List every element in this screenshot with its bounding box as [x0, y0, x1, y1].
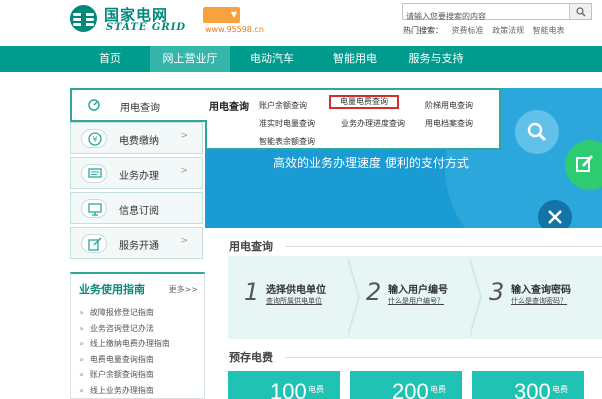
prepaid-tile-200[interactable]: 200 电费 [350, 371, 462, 399]
coin-icon: ¥ [81, 129, 107, 148]
guide-list-item[interactable]: 故障报修登记指南 [79, 307, 170, 323]
step-help-link[interactable]: 查询所属供电单位 [266, 296, 322, 306]
search-box [402, 3, 592, 24]
dropdown-link-archive[interactable]: 用电档案查询 [425, 118, 473, 129]
guide-list-item[interactable]: 业务咨询登记办法 [79, 323, 170, 339]
step-title: 选择供电单位 [266, 285, 326, 296]
dropdown-link-realtime[interactable]: 准实时电量查询 [259, 118, 315, 129]
hot-search-link[interactable]: 智能电表 [533, 26, 565, 35]
monitor-icon [81, 199, 107, 218]
left-service-menu: 用电查询 ¥ 电费缴纳 > 业务办理 > 信息订阅 服务开通 > [70, 88, 207, 261]
step-number: 2 [366, 278, 382, 306]
gauge-icon [82, 96, 108, 115]
step-title: 输入用户编号 [388, 285, 448, 296]
dropdown-title: 用电查询 [209, 102, 249, 113]
chevron-right-icon: > [180, 131, 188, 141]
chat-icon [81, 164, 107, 183]
search-input[interactable] [403, 9, 563, 24]
prepaid-unit: 电费 [308, 385, 324, 394]
guide-panel: 业务使用指南 更多>> 故障报修登记指南 业务咨询登记办法 线上缴纳电费办理指南… [70, 272, 205, 399]
banner-slogan: 高效的业务办理速度 便利的支付方式 [273, 156, 469, 170]
left-menu-label: 业务办理 [119, 171, 159, 182]
query-steps: 1 选择供电单位 查询所属供电单位 2 输入用户编号 什么是用户编号？ 3 输入… [228, 256, 602, 339]
left-menu-item-usage-query[interactable]: 用电查询 [70, 88, 207, 122]
prepaid-unit: 电费 [430, 385, 446, 394]
step-separator [468, 256, 480, 338]
banner-tools-bubble [538, 200, 572, 228]
search-icon [527, 122, 547, 142]
edit-icon [81, 234, 107, 253]
wrench-icon [548, 210, 562, 224]
left-menu-label: 用电查询 [120, 103, 160, 114]
svg-text:¥: ¥ [92, 135, 97, 144]
guide-list-item[interactable]: 电费电量查询指南 [79, 354, 170, 370]
left-menu-label: 电费缴纳 [119, 136, 159, 147]
prepaid-tile-100[interactable]: 100 电费 [228, 371, 340, 399]
chevron-right-icon: > [180, 236, 188, 246]
hotline-text: www.95598.cn [205, 25, 264, 34]
dropdown-link-balance[interactable]: 账户余额查询 [259, 100, 307, 111]
guide-title: 业务使用指南 [79, 283, 145, 296]
banner-search-bubble [515, 110, 559, 154]
dropdown-link-bill-query[interactable]: 电量电费查询 [329, 95, 399, 109]
nav-item-online-hall[interactable]: 网上营业厅 [150, 46, 230, 72]
header: 国家电网 STATE GRID ▼ www.95598.cn 热门搜索： 资费标… [0, 0, 602, 46]
left-menu-label: 服务开通 [119, 241, 159, 252]
prepaid-amount: 100 [270, 379, 307, 399]
dropdown-link-tiered[interactable]: 阶梯用电查询 [425, 100, 473, 111]
left-menu-item-subscribe[interactable]: 信息订阅 [70, 192, 203, 224]
left-menu-label: 信息订阅 [119, 206, 159, 217]
divider [285, 246, 602, 247]
chevron-down-icon: ▼ [230, 10, 237, 19]
region-select[interactable]: ▼ [203, 7, 240, 23]
left-menu-item-pay-bill[interactable]: ¥ 电费缴纳 > [70, 122, 203, 154]
logo-english[interactable]: STATE GRID [106, 22, 186, 33]
nav-item-ev[interactable]: 电动汽车 [232, 46, 312, 72]
hot-search-bar: 热门搜索： 资费标准 政策法规 智能电表 [403, 25, 571, 36]
guide-more-link[interactable]: 更多>> [169, 284, 198, 295]
guide-list-item[interactable]: 线上缴纳电费办理指南 [79, 338, 170, 354]
query-section-title: 用电查询 [229, 240, 273, 253]
divider [285, 357, 602, 358]
state-grid-logo-icon[interactable] [70, 5, 97, 32]
step-title: 输入查询密码 [511, 285, 571, 296]
dropdown-link-label: 电量电费查询 [340, 97, 388, 106]
step-separator [346, 256, 358, 338]
left-menu-item-activate[interactable]: 服务开通 > [70, 227, 203, 259]
dropdown-link-progress[interactable]: 业务办理进度查询 [341, 118, 405, 129]
page: 国家电网 STATE GRID ▼ www.95598.cn 热门搜索： 资费标… [0, 0, 602, 399]
step-number: 1 [244, 278, 260, 306]
prepaid-section-title: 预存电费 [229, 351, 273, 364]
search-button[interactable] [569, 4, 591, 19]
edit-icon [576, 155, 593, 172]
step-number: 3 [489, 278, 505, 306]
hot-search-title: 热门搜索： [403, 26, 443, 35]
step-help-link[interactable]: 什么是查询密码？ [511, 296, 567, 306]
hot-search-link[interactable]: 政策法规 [492, 26, 524, 35]
prepaid-tiles: 100 电费 200 电费 300 电费 [228, 371, 602, 399]
guide-list: 故障报修登记指南 业务咨询登记办法 线上缴纳电费办理指南 电费电量查询指南 账户… [79, 307, 170, 399]
prepaid-tile-300[interactable]: 300 电费 [472, 371, 584, 399]
banner-edit-bubble [565, 140, 602, 190]
usage-query-dropdown: 用电查询 账户余额查询 电量电费查询 阶梯用电查询 准实时电量查询 业务办理进度… [205, 88, 501, 150]
guide-list-item[interactable]: 线上业务办理指南 [79, 385, 170, 399]
nav-item-service[interactable]: 服务与支持 [396, 46, 476, 72]
nav-item-home[interactable]: 首页 [70, 46, 150, 72]
hot-search-link[interactable]: 资费标准 [452, 26, 484, 35]
guide-list-item[interactable]: 账户余额查询指南 [79, 369, 170, 385]
step-help-link[interactable]: 什么是用户编号？ [388, 296, 444, 306]
prepaid-amount: 200 [392, 379, 429, 399]
left-menu-item-business[interactable]: 业务办理 > [70, 157, 203, 189]
main-nav: 首页 网上营业厅 电动汽车 智能用电 服务与支持 [0, 46, 602, 72]
chevron-right-icon: > [180, 166, 188, 176]
nav-item-smart-power[interactable]: 智能用电 [314, 46, 396, 72]
prepaid-amount: 300 [514, 379, 551, 399]
search-icon [576, 7, 586, 17]
dropdown-link-smart-meter[interactable]: 智能表余额查询 [259, 136, 315, 147]
prepaid-unit: 电费 [552, 385, 568, 394]
